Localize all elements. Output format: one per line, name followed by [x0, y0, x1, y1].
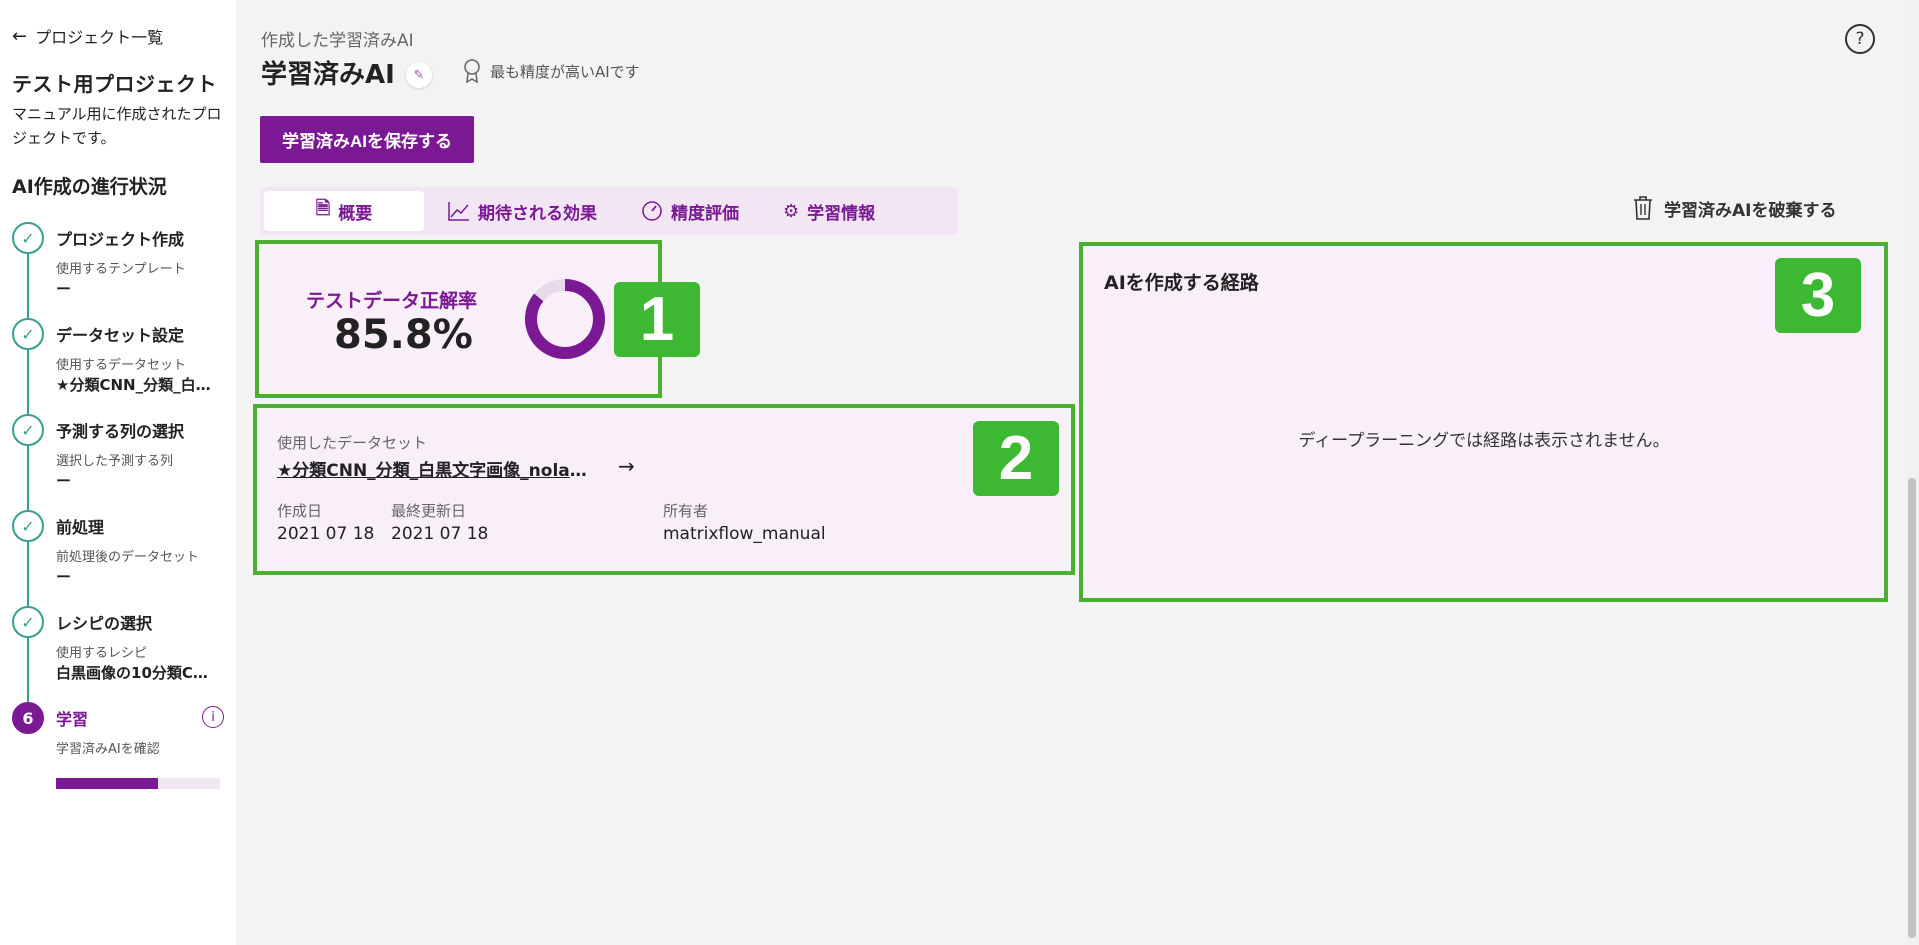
step-value: ー	[56, 280, 72, 298]
check-icon: ✓	[12, 510, 44, 542]
step-sub: 使用するレシピ	[56, 646, 148, 661]
step-training[interactable]: 6 学習 i 学習済みAIを確認	[12, 702, 224, 798]
info-icon[interactable]: i	[202, 706, 224, 728]
sidebar: ← プロジェクト一覧 テスト用プロジェクト マニュアル用に作成されたプロジェクト…	[0, 0, 236, 945]
annotation-box-1	[255, 240, 662, 398]
step-sub: 選択した予測する列	[56, 454, 174, 469]
step-title: データセット設定	[56, 326, 185, 345]
step-number: 6	[12, 702, 44, 734]
document-icon: 🗎	[315, 198, 331, 219]
annotation-box-2	[253, 404, 1075, 575]
step-sub: 前処理後のデータセット	[56, 550, 200, 565]
arrow-left-icon: ←	[12, 25, 28, 47]
check-icon: ✓	[12, 318, 44, 350]
tab-accuracy[interactable]: 精度評価	[621, 191, 759, 231]
step-value: ー	[56, 568, 72, 586]
step-title: 前処理	[56, 518, 105, 537]
back-label: プロジェクト一覧	[35, 28, 164, 47]
scrollbar[interactable]	[1905, 0, 1919, 945]
help-icon[interactable]: ?	[1845, 24, 1875, 54]
progress-steps: ✓ プロジェクト作成 使用するテンプレート ー ✓ データセット設定 使用するデ…	[12, 222, 224, 798]
check-icon: ✓	[12, 414, 44, 446]
step-value: 白黒画像の10分類C…	[56, 664, 208, 682]
annotation-box-3	[1079, 242, 1888, 602]
annotation-number-2: 2	[973, 421, 1059, 496]
step-sub: 使用するテンプレート	[56, 262, 186, 277]
step-value: ー	[56, 472, 72, 490]
tab-training-info[interactable]: ⚙ 学習情報	[763, 191, 895, 231]
gear-icon: ⚙	[783, 200, 800, 222]
step-title: 学習	[56, 710, 89, 729]
step-sub: 学習済みAIを確認	[56, 742, 160, 757]
breadcrumb: 作成した学習済みAI	[261, 31, 414, 51]
discard-label: 学習済みAIを破棄する	[1664, 200, 1837, 221]
page-title: 学習済みAI	[261, 60, 395, 90]
discard-ai-button[interactable]: 学習済みAIを破棄する	[1632, 195, 1836, 221]
tab-overview[interactable]: 🗎 概要	[264, 191, 424, 231]
pencil-icon[interactable]: ✎	[406, 62, 432, 88]
step-title: プロジェクト作成	[56, 230, 185, 249]
project-description: マニュアル用に作成されたプロジェクトです。	[12, 105, 222, 147]
annotation-number-3: 3	[1775, 258, 1861, 333]
project-title: テスト用プロジェクト	[12, 72, 217, 96]
best-accuracy-badge: 最も精度が高いAIです	[462, 58, 640, 84]
tab-bar: 🗎 概要 期待される効果 精度評価 ⚙ 学習情報	[260, 187, 958, 235]
step-project-create[interactable]: ✓ プロジェクト作成 使用するテンプレート ー	[12, 222, 224, 318]
tab-label: 期待される効果	[478, 203, 597, 224]
check-icon: ✓	[12, 222, 44, 254]
step-title: 予測する列の選択	[56, 422, 185, 441]
progress-title: AI作成の進行状況	[12, 176, 167, 198]
step-title: レシピの選択	[56, 614, 153, 633]
save-ai-button[interactable]: 学習済みAIを保存する	[260, 116, 474, 163]
tab-label: 概要	[338, 203, 373, 224]
gauge-icon	[642, 201, 662, 221]
step-recipe[interactable]: ✓ レシピの選択 使用するレシピ 白黒画像の10分類C…	[12, 606, 224, 702]
step-preprocess[interactable]: ✓ 前処理 前処理後のデータセット ー	[12, 510, 224, 606]
progress-fill	[56, 778, 158, 789]
check-icon: ✓	[12, 606, 44, 638]
back-to-projects-link[interactable]: ← プロジェクト一覧	[12, 24, 163, 48]
award-ribbon-icon	[464, 59, 480, 84]
trash-icon	[1634, 196, 1652, 220]
step-sub: 使用するデータセット	[56, 358, 187, 373]
badge-label: 最も精度が高いAIです	[490, 62, 640, 81]
tab-label: 精度評価	[671, 203, 739, 224]
annotation-number-1: 1	[614, 282, 700, 357]
training-progress-bar	[56, 778, 220, 789]
step-target-column[interactable]: ✓ 予測する列の選択 選択した予測する列 ー	[12, 414, 224, 510]
step-dataset-setting[interactable]: ✓ データセット設定 使用するデータセット ★分類CNN_分類_白…	[12, 318, 224, 414]
tab-expected-effect[interactable]: 期待される効果	[428, 191, 617, 231]
tab-label: 学習情報	[807, 203, 876, 224]
step-value: ★分類CNN_分類_白…	[56, 376, 211, 394]
line-chart-icon	[448, 202, 469, 221]
scroll-thumb[interactable]	[1908, 478, 1916, 938]
